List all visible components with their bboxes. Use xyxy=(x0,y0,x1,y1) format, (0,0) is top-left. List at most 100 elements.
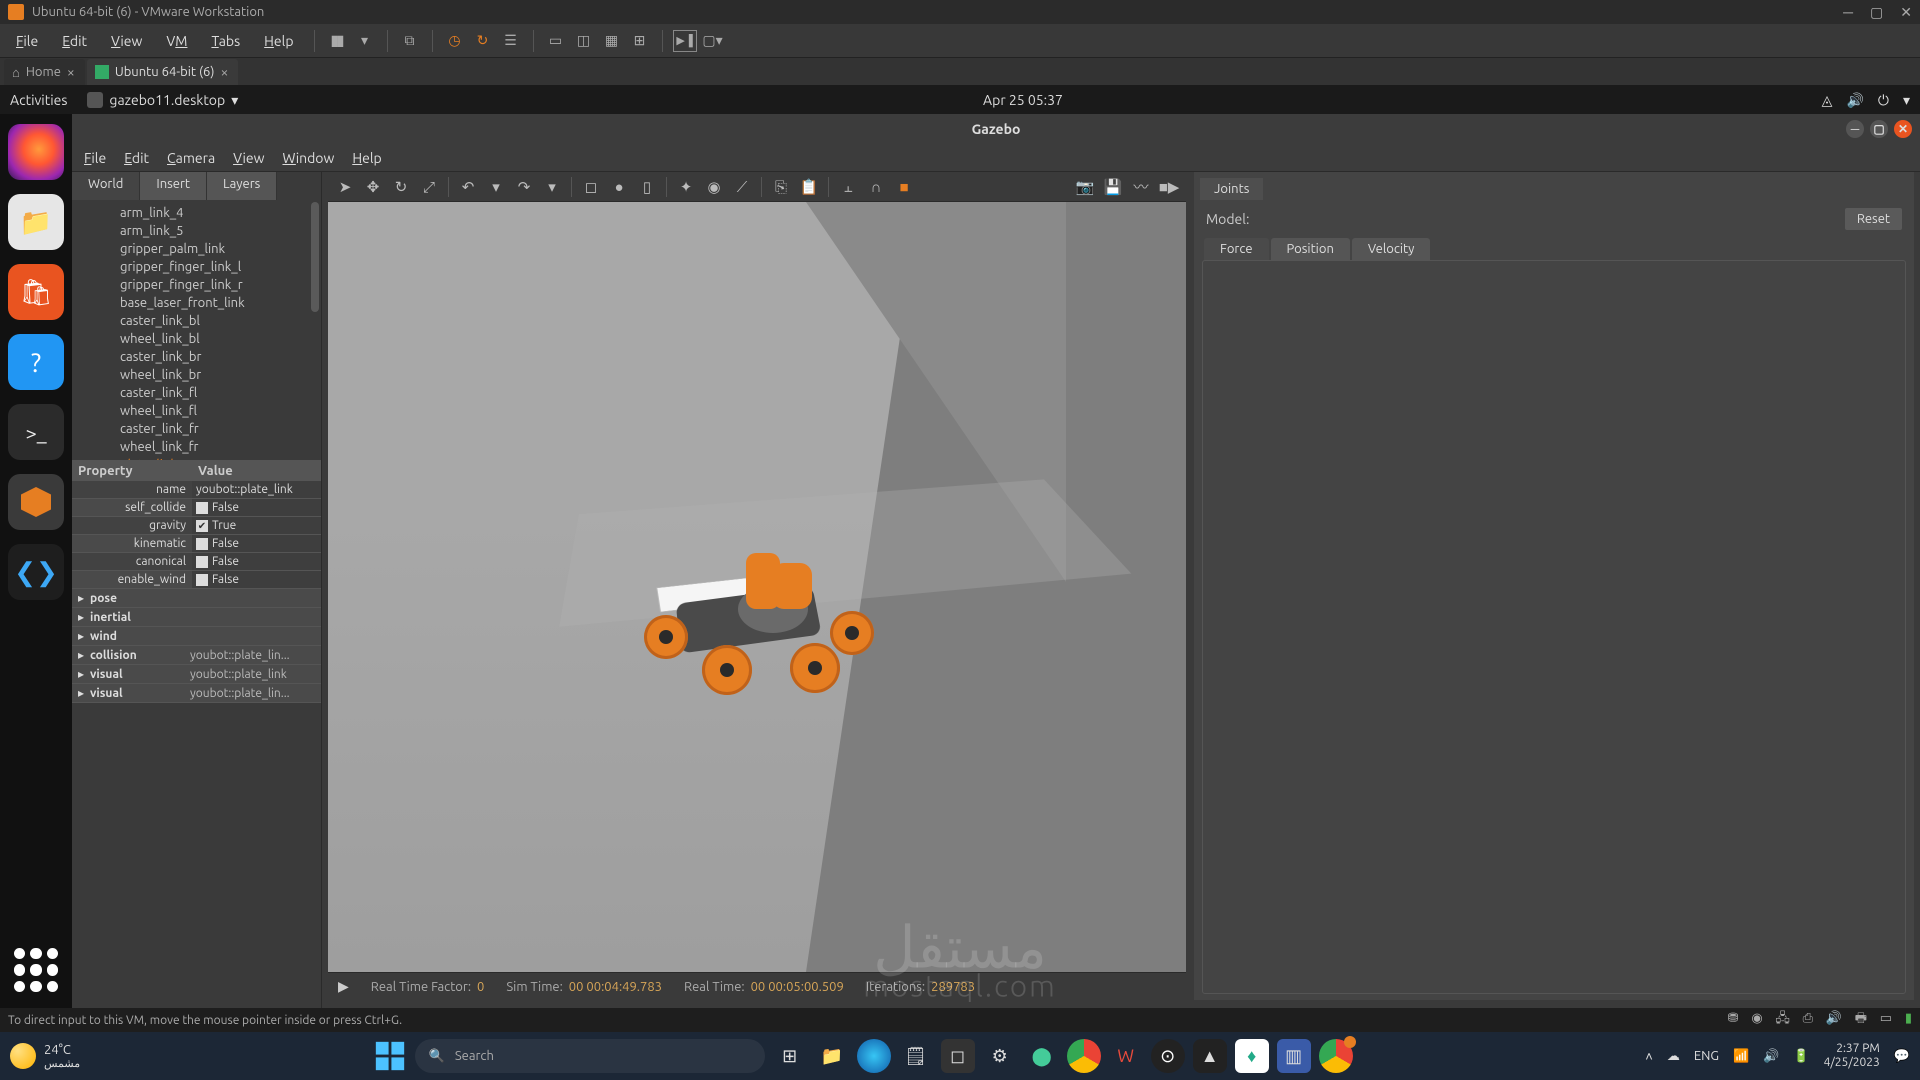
prop-value[interactable]: False xyxy=(192,571,321,588)
tab-vm-ubuntu[interactable]: Ubuntu 64-bit (6) × xyxy=(87,59,239,85)
app-icon[interactable]: ▲ xyxy=(1193,1039,1227,1073)
copy-icon[interactable]: ⎘ xyxy=(768,175,794,199)
tree-item[interactable]: gripper_finger_link_r xyxy=(92,276,321,294)
screenshot-icon[interactable]: 📷 xyxy=(1072,175,1098,199)
printer-icon[interactable]: 🖶 xyxy=(1855,1011,1867,1025)
revert-icon[interactable]: ↻ xyxy=(471,30,495,52)
tree-item[interactable]: wheel_link_bl xyxy=(92,330,321,348)
minimize-icon[interactable]: ─ xyxy=(1843,4,1853,20)
undo-icon[interactable]: ↶ xyxy=(455,175,481,199)
close-tab-icon[interactable]: × xyxy=(67,64,75,80)
prop-expandable[interactable]: ▸visualyoubot::plate_lin... xyxy=(72,684,321,703)
manage-icon[interactable]: ☰ xyxy=(499,30,523,52)
tree-item[interactable]: wheel_link_fl xyxy=(92,402,321,420)
gz-menu-edit[interactable]: Edit xyxy=(124,150,149,166)
reset-button[interactable]: Reset xyxy=(1845,208,1902,230)
layout-multi-icon[interactable]: ▦ xyxy=(600,30,624,52)
paste-icon[interactable]: 📋 xyxy=(796,175,822,199)
network-adapter-icon[interactable]: 🖧 xyxy=(1775,1011,1790,1025)
wifi-icon[interactable]: 📶 xyxy=(1733,1049,1749,1064)
unity-icon[interactable]: ▢▾ xyxy=(701,30,725,52)
tree-item[interactable]: caster_link_fr xyxy=(92,420,321,438)
rotate-tool-icon[interactable]: ↻ xyxy=(388,175,414,199)
align-icon[interactable]: ⫠ xyxy=(835,175,861,199)
box-shape-icon[interactable]: ◻ xyxy=(578,175,604,199)
sound-icon[interactable]: 🔊 xyxy=(1826,1011,1842,1025)
taskbar-search[interactable]: 🔍 Search xyxy=(415,1039,765,1073)
tab-insert[interactable]: Insert xyxy=(140,172,207,200)
menu-edit[interactable]: Edit xyxy=(52,29,97,53)
tree-item[interactable]: arm_link_5 xyxy=(92,222,321,240)
prop-expandable[interactable]: ▸visualyoubot::plate_link xyxy=(72,665,321,684)
layout-custom-icon[interactable]: ⊞ xyxy=(628,30,652,52)
maximize-icon[interactable]: ▢ xyxy=(1870,4,1883,20)
topbar-datetime[interactable]: Apr 25 05:37 xyxy=(983,92,1063,108)
scale-tool-icon[interactable]: ⤢ xyxy=(416,175,442,199)
checkbox-icon[interactable] xyxy=(196,556,208,568)
tree-item[interactable]: base_laser_front_link xyxy=(92,294,321,312)
battery-icon[interactable]: 🔋 xyxy=(1793,1049,1809,1064)
app-icon[interactable]: W xyxy=(1109,1039,1143,1073)
taskbar-weather[interactable]: 24°C مشمس xyxy=(10,1043,80,1070)
chevron-down-icon[interactable]: ▾ xyxy=(1903,92,1910,109)
tab-velocity[interactable]: Velocity xyxy=(1352,238,1431,260)
prop-value[interactable]: False xyxy=(192,535,321,552)
checkbox-icon[interactable]: ✔ xyxy=(196,520,208,532)
chrome-icon[interactable] xyxy=(1067,1039,1101,1073)
prop-value[interactable]: False xyxy=(192,553,321,570)
keyboard-lang[interactable]: ENG xyxy=(1694,1049,1719,1063)
vm-dropdown-icon[interactable]: ▾ xyxy=(353,30,377,52)
selection-highlight-icon[interactable]: ■ xyxy=(891,175,917,199)
volume-icon[interactable]: 🔊 xyxy=(1846,92,1863,109)
tree-item[interactable]: gripper_finger_link_l xyxy=(92,258,321,276)
app-icon[interactable]: ⊙ xyxy=(1151,1039,1185,1073)
fullscreen-icon[interactable]: ▶▐ xyxy=(673,30,697,52)
topbar-app-indicator[interactable]: gazebo11.desktop ▾ xyxy=(87,92,238,109)
prop-expandable[interactable]: ▸pose xyxy=(72,589,321,608)
activities-button[interactable]: Activities xyxy=(10,92,67,108)
window-close-button[interactable]: ✕ xyxy=(1894,120,1912,138)
tab-world[interactable]: World xyxy=(72,172,140,200)
tab-force[interactable]: Force xyxy=(1204,238,1269,260)
tree-scrollbar[interactable] xyxy=(311,202,319,312)
clock-icon[interactable]: ◷ xyxy=(443,30,467,52)
menu-tabs[interactable]: Tabs xyxy=(201,29,250,53)
close-tab-icon[interactable]: × xyxy=(220,64,228,80)
tab-layers[interactable]: Layers xyxy=(207,172,277,200)
prop-expandable[interactable]: ▸inertial xyxy=(72,608,321,627)
menu-vm[interactable]: VM xyxy=(156,29,197,53)
model-tree[interactable]: arm_link_4 arm_link_5 gripper_palm_link … xyxy=(72,200,321,460)
dock-gazebo[interactable] xyxy=(8,474,64,530)
app-icon[interactable]: ◻ xyxy=(941,1039,975,1073)
joints-tab[interactable]: Joints xyxy=(1200,178,1263,200)
settings-icon[interactable]: ⚙ xyxy=(983,1039,1017,1073)
window-minimize-button[interactable]: ─ xyxy=(1846,120,1864,138)
disk-icon[interactable]: ⛃ xyxy=(1728,1011,1739,1025)
tree-item[interactable]: caster_link_bl xyxy=(92,312,321,330)
app-icon[interactable]: 🗒 xyxy=(899,1039,933,1073)
record-icon[interactable]: ■▶ xyxy=(1156,175,1182,199)
edge-icon[interactable] xyxy=(857,1039,891,1073)
checkbox-icon[interactable] xyxy=(196,502,208,514)
dock-files[interactable]: 📁 xyxy=(8,194,64,250)
prop-value[interactable]: ✔True xyxy=(192,517,321,534)
checkbox-icon[interactable] xyxy=(196,538,208,550)
play-button[interactable]: ▶ xyxy=(338,978,349,995)
window-maximize-button[interactable]: ▢ xyxy=(1870,120,1888,138)
dock-help[interactable]: ? xyxy=(8,334,64,390)
gz-menu-file[interactable]: File xyxy=(84,150,106,166)
gz-menu-help[interactable]: Help xyxy=(352,150,381,166)
tab-home[interactable]: ⌂ Home × xyxy=(4,59,85,85)
onedrive-icon[interactable]: ☁ xyxy=(1667,1049,1680,1064)
tree-item[interactable]: caster_link_fl xyxy=(92,384,321,402)
task-view-icon[interactable]: ⊞ xyxy=(773,1039,807,1073)
usb-icon[interactable]: ⎙ xyxy=(1803,1011,1813,1025)
light-point-icon[interactable]: ✦ xyxy=(673,175,699,199)
checkbox-icon[interactable] xyxy=(196,574,208,586)
redo-dropdown-icon[interactable]: ▾ xyxy=(539,175,565,199)
cylinder-shape-icon[interactable]: ▯ xyxy=(634,175,660,199)
notifications-icon[interactable]: 💬 xyxy=(1894,1049,1910,1064)
tree-item[interactable]: caster_link_br xyxy=(92,348,321,366)
light-spot-icon[interactable]: ◉ xyxy=(701,175,727,199)
gazebo-3d-viewport[interactable] xyxy=(328,202,1186,972)
